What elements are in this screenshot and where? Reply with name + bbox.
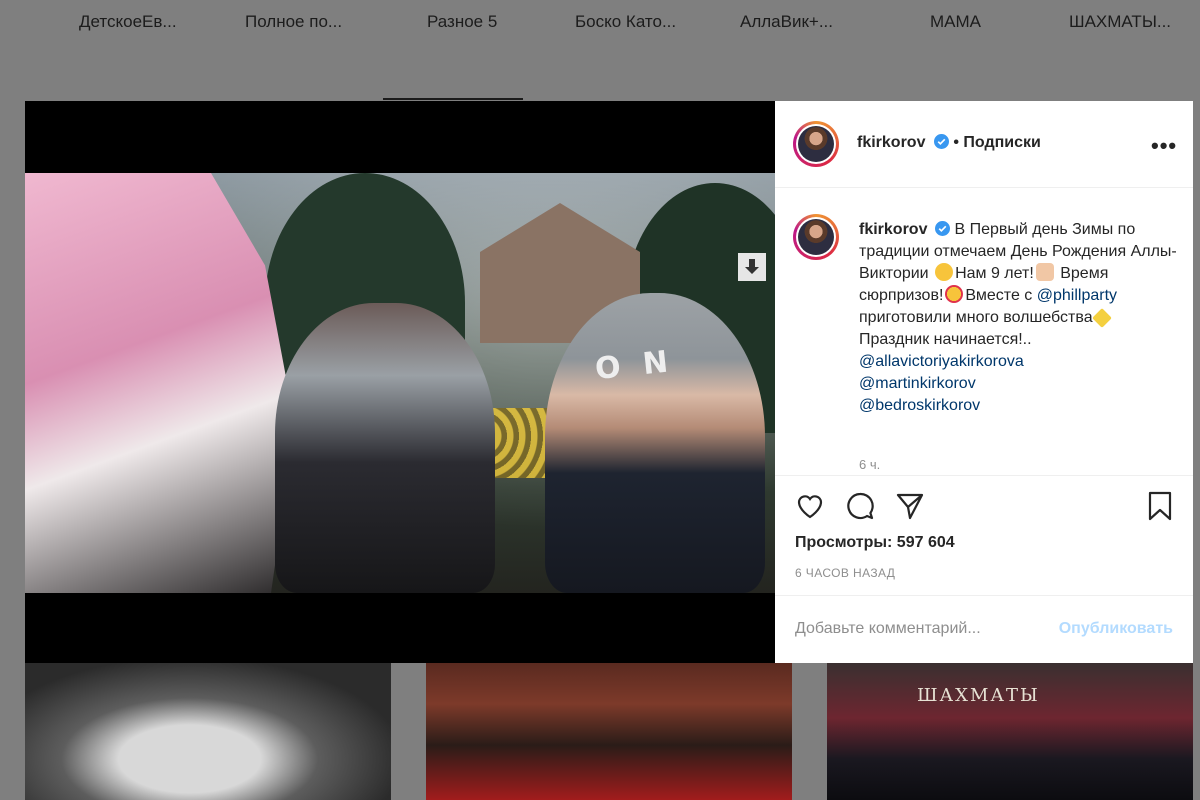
caption-time: 6 ч. [859,457,881,472]
grid-post-tile[interactable] [426,663,792,800]
raised-hands-emoji [1035,263,1054,281]
mention-link[interactable]: @bedroskirkorov [859,395,1179,417]
highlight-item[interactable]: ДетскоеЕв... [79,12,177,32]
highlight-item[interactable]: ШАХМАТЫ... [1069,12,1171,32]
download-icon [745,259,759,274]
tile-sign-text: ШАХМАТЫ [917,685,1040,706]
mention-link[interactable]: @martinkirkorov [859,373,1179,395]
highlight-item[interactable]: Боско Като... [575,12,676,32]
header-user-info: fkirkorov • Подписки [857,134,1041,152]
comment-icon[interactable] [844,490,876,522]
person-blindfolded-girl [275,303,495,593]
share-icon[interactable] [894,490,926,522]
heart-eyes-emoji [945,285,964,303]
views-label: Просмотры: [795,534,893,551]
follow-status[interactable]: • Подписки [953,134,1041,151]
post-header: fkirkorov • Подписки ••• [775,101,1193,188]
highlight-item[interactable]: Разное 5 [427,12,497,32]
caption-username[interactable]: fkirkorov [859,221,927,238]
download-button[interactable] [738,253,766,281]
views-value: 597 604 [896,534,955,551]
comment-form: Добавьте комментарий... Опубликовать [775,595,1193,664]
username-link[interactable]: fkirkorov [857,134,925,151]
caption-avatar[interactable] [793,214,839,260]
video-player[interactable]: O N [25,101,775,663]
highlight-item[interactable]: АллаВик+... [740,12,833,32]
active-tab-indicator [383,98,523,100]
person-boy-grey-hat [545,293,765,593]
caption-text: приготовили много волшебства [859,309,1093,326]
heart-icon[interactable] [794,490,826,522]
highlight-item[interactable]: МАМА [930,12,981,32]
verified-icon [935,221,951,236]
verified-icon [933,134,949,149]
highlight-item[interactable]: Полное по... [245,12,342,32]
sparkles-emoji [1091,308,1112,328]
caption-text: Вместе с [965,287,1033,304]
mention-link[interactable]: @phillparty [1037,287,1117,304]
post-details-panel: fkirkorov • Подписки ••• fkirkorov В Перв… [775,101,1193,663]
caption-text: Нам 9 лет! [955,265,1034,282]
grid-post-tile[interactable]: ШАХМАТЫ [827,663,1193,800]
grid-post-tile[interactable] [25,663,391,800]
publish-button[interactable]: Опубликовать [1059,620,1173,638]
mention-link[interactable]: @allavictoriyakirkorova [859,351,1179,373]
bookmark-icon[interactable] [1144,490,1176,522]
party-face-emoji [935,263,954,281]
video-frame[interactable]: O N [25,173,775,593]
post-caption: fkirkorov В Первый день Зимы по традиции … [859,219,1179,417]
more-options-button[interactable]: ••• [1151,133,1177,159]
avatar[interactable] [793,121,839,167]
story-highlights-bar: ДетскоеЕв... Полное по... Разное 5 Боско… [0,0,1200,40]
post-timestamp: 6 ЧАСОВ НАЗАД [795,566,896,580]
caption-text: Праздник начинается!.. [859,331,1032,348]
views-count[interactable]: Просмотры: 597 604 [795,534,955,552]
comment-input[interactable]: Добавьте комментарий... [795,620,981,638]
